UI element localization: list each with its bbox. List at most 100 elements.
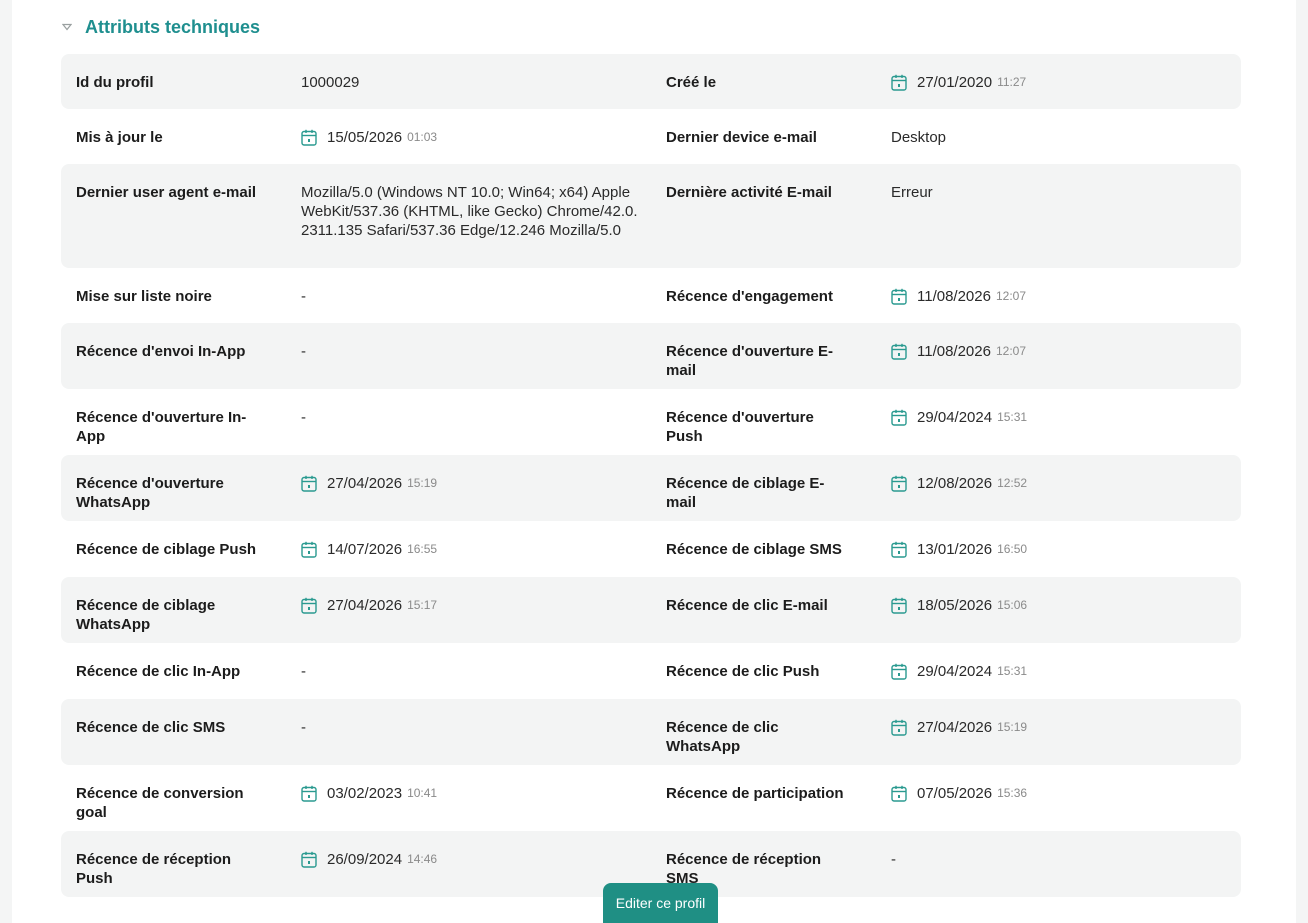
table-row: Récence de ciblage WhatsApp 27/04/2026 15… [61, 577, 1241, 643]
attribute-label: Récence de clic Push [666, 663, 820, 680]
date-text: 27/01/2020 [917, 74, 993, 91]
date-value: 15/05/2026 01:03 [301, 128, 641, 147]
calendar-icon [301, 785, 317, 802]
attribute-value: - [301, 343, 306, 360]
calendar-icon [891, 541, 907, 558]
calendar-icon [891, 663, 907, 680]
time-text: 12:07 [995, 344, 1026, 358]
calendar-icon [891, 74, 907, 91]
attribute-value: - [301, 663, 306, 680]
attribute-label: Récence de clic WhatsApp [666, 719, 779, 755]
attribute-label: Récence d'engagement [666, 288, 833, 305]
time-text: 15:36 [997, 786, 1028, 800]
section-header[interactable]: Attributs techniques [62, 14, 260, 40]
attribute-label: Récence d'ouverture Push [666, 409, 814, 445]
attribute-label: Mis à jour le [76, 129, 163, 146]
date-value: 11/08/2026 12:07 [891, 342, 1231, 361]
caret-down-icon[interactable] [62, 22, 72, 32]
calendar-icon [301, 129, 317, 146]
table-row: Dernier user agent e-mail Mozilla/5.0 (Wi… [61, 164, 1241, 268]
date-value: 11/08/2026 12:07 [891, 287, 1231, 306]
date-value: 03/02/2023 10:41 [301, 784, 641, 803]
calendar-icon [301, 475, 317, 492]
calendar-icon [301, 597, 317, 614]
calendar-icon [891, 597, 907, 614]
attributes-table: Id du profil 1000029 Créé le 27/01/2020 11:… [61, 54, 1241, 897]
attribute-label: Dernière activité E-mail [666, 184, 832, 201]
attribute-label: Récence d'ouverture E-mail [666, 343, 833, 379]
calendar-icon [891, 719, 907, 736]
table-row: Récence d'ouverture WhatsApp 27/04/2026 1… [61, 455, 1241, 521]
attribute-label: Dernier device e-mail [666, 129, 817, 146]
date-text: 15/05/2026 [327, 129, 403, 146]
attribute-label: Récence de ciblage WhatsApp [76, 597, 216, 633]
time-text: 14:46 [407, 852, 438, 866]
table-row: Récence d'envoi In-App - Récence d'ouvertu… [61, 323, 1241, 389]
date-text: 11/08/2026 [917, 288, 991, 305]
attribute-label: Récence de clic E-mail [666, 597, 828, 614]
calendar-icon [891, 409, 907, 426]
date-value: 13/01/2026 16:50 [891, 540, 1231, 559]
time-text: 15:31 [997, 410, 1028, 424]
attribute-value: - [301, 719, 306, 736]
time-text: 15:31 [997, 664, 1028, 678]
date-text: 12/08/2026 [917, 475, 993, 492]
attribute-label: Récence d'envoi In-App [76, 343, 246, 360]
calendar-icon [301, 541, 317, 558]
date-text: 27/04/2026 [917, 719, 993, 736]
attribute-value: - [301, 288, 306, 305]
date-value: 29/04/2024 15:31 [891, 662, 1231, 681]
table-row: Récence de ciblage Push 14/07/2026 16:55 R… [61, 521, 1241, 577]
date-value: 18/05/2026 15:06 [891, 596, 1231, 615]
date-value: 27/04/2026 15:19 [301, 474, 641, 493]
time-text: 12:52 [997, 476, 1028, 490]
attribute-label: Récence de ciblage Push [76, 541, 257, 558]
attribute-label: Récence de clic SMS [76, 719, 226, 736]
date-text: 07/05/2026 [917, 785, 993, 802]
date-value: 07/05/2026 15:36 [891, 784, 1231, 803]
date-value: 27/04/2026 15:17 [301, 596, 641, 615]
date-text: 14/07/2026 [327, 541, 403, 558]
table-row: Mise sur liste noire - Récence d'engagemen… [61, 268, 1241, 323]
attribute-label: Récence de réception Push [76, 851, 232, 887]
attribute-label: Récence de ciblage E-mail [666, 475, 825, 511]
date-text: 18/05/2026 [917, 597, 993, 614]
edit-profile-button[interactable]: Editer ce profil [603, 883, 718, 923]
date-text: 29/04/2024 [917, 409, 993, 426]
attribute-label: Id du profil [76, 74, 154, 91]
time-text: 01:03 [407, 130, 438, 144]
date-text: 27/04/2026 [327, 597, 403, 614]
attribute-label: Dernier user agent e-mail [76, 184, 257, 201]
date-text: 13/01/2026 [917, 541, 993, 558]
section-title: Attributs techniques [85, 16, 261, 37]
date-text: 29/04/2024 [917, 663, 993, 680]
date-value: 27/04/2026 15:19 [891, 718, 1231, 737]
table-row: Récence d'ouverture In-App - Récence d'ouv… [61, 389, 1241, 455]
date-text: 03/02/2023 [327, 785, 403, 802]
date-value: 14/07/2026 16:55 [301, 540, 641, 559]
calendar-icon [891, 343, 907, 360]
date-value: 29/04/2024 15:31 [891, 408, 1231, 427]
attribute-label: Récence d'ouverture In-App [76, 409, 247, 445]
attribute-value: Erreur [891, 184, 933, 201]
calendar-icon [301, 851, 317, 868]
date-value: 26/09/2024 14:46 [301, 850, 641, 869]
time-text: 10:41 [407, 786, 438, 800]
time-text: 15:06 [997, 598, 1028, 612]
time-text: 15:19 [407, 476, 438, 490]
attribute-label: Récence d'ouverture WhatsApp [76, 475, 224, 511]
table-row: Id du profil 1000029 Créé le 27/01/2020 11:… [61, 54, 1241, 109]
attribute-value: 1000029 [301, 74, 360, 91]
time-text: 16:55 [407, 542, 438, 556]
time-text: 11:27 [997, 75, 1027, 89]
attribute-value: - [891, 851, 896, 868]
attribute-label: Récence de clic In-App [76, 663, 241, 680]
attribute-value: Desktop [891, 129, 947, 146]
table-row: Mis à jour le 15/05/2026 01:03 Dernier dev… [61, 109, 1241, 164]
attribute-label: Créé le [666, 74, 717, 91]
table-row: Récence de clic SMS - Récence de clic What… [61, 699, 1241, 765]
time-text: 12:07 [995, 289, 1026, 303]
calendar-icon [891, 288, 907, 305]
table-row: Récence de conversion goal 03/02/2023 10:… [61, 765, 1241, 831]
attribute-label: Mise sur liste noire [76, 288, 212, 305]
